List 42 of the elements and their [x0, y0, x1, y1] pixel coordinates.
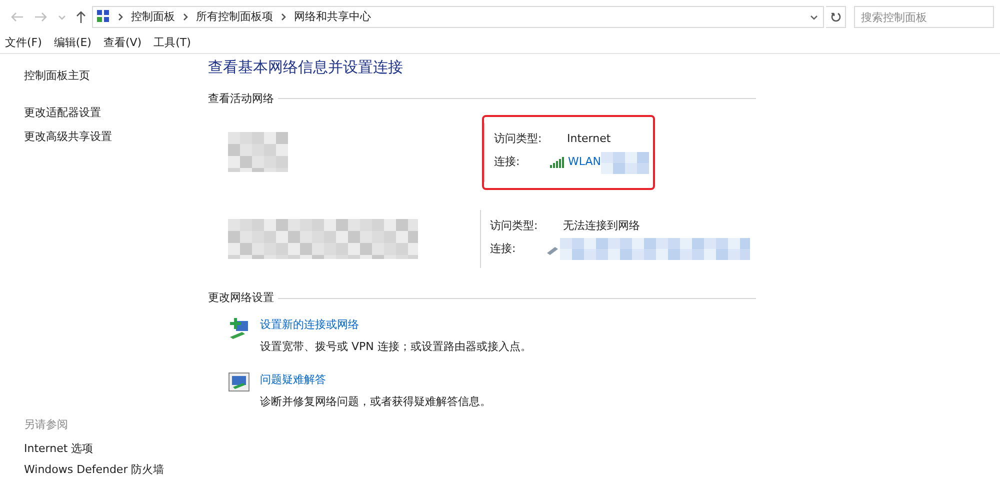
- network-add-icon: [228, 316, 250, 340]
- dropdown-caret-icon[interactable]: [810, 14, 818, 20]
- menu-item[interactable]: 查看(V): [103, 35, 142, 52]
- field-label: 访问类型:: [490, 218, 539, 234]
- redacted-area: [228, 132, 288, 172]
- breadcrumb[interactable]: 网络和共享中心: [294, 8, 371, 26]
- field-label: 连接:: [490, 240, 517, 257]
- section-heading: 查看活动网络: [208, 90, 274, 106]
- access-type-value: 无法连接到网络: [563, 218, 640, 234]
- see-also-heading: 另请参阅: [24, 416, 69, 432]
- settings-description: 诊断并修复网络问题，或者获得疑难解答信息。: [260, 394, 491, 410]
- field-label: 连接:: [494, 154, 521, 170]
- see-also-link[interactable]: Internet 选项: [24, 441, 208, 458]
- up-arrow-icon[interactable]: [76, 11, 86, 23]
- settings-link[interactable]: 问题疑难解答: [260, 372, 491, 388]
- address-bar[interactable]: 控制面板 所有控制面板项 网络和共享中心: [92, 6, 824, 28]
- section-heading: 更改网络设置: [208, 290, 274, 306]
- page-title: 查看基本网络信息并设置连接: [208, 57, 404, 78]
- chevron-right-icon: [118, 13, 123, 21]
- chevron-right-icon: [280, 13, 286, 21]
- breadcrumb[interactable]: 控制面板: [130, 8, 175, 26]
- settings-link[interactable]: 设置新的连接或网络: [260, 316, 532, 333]
- sidebar-link[interactable]: 控制面板主页: [24, 68, 208, 84]
- menu-item[interactable]: 工具(T): [154, 35, 191, 52]
- network-diagnose-icon: [228, 372, 250, 392]
- access-type-value: Internet: [567, 131, 611, 147]
- settings-description: 设置宽带、拨号或 VPN 连接；或设置路由器或接入点。: [260, 339, 532, 355]
- field-label: 访问类型:: [494, 131, 543, 147]
- redacted-area: [601, 152, 650, 174]
- sidebar-link[interactable]: 更改适配器设置: [24, 104, 208, 121]
- menu-item[interactable]: 文件(F): [5, 35, 42, 52]
- sidebar-link[interactable]: 更改高级共享设置: [24, 129, 208, 146]
- search-field[interactable]: 搜索控制面板: [854, 6, 994, 28]
- see-also-link[interactable]: Windows Defender 防火墙: [24, 462, 208, 478]
- menu-item[interactable]: 编辑(E): [54, 35, 92, 52]
- connection-link[interactable]: WLAN: [568, 154, 602, 171]
- refresh-icon: [830, 12, 841, 22]
- breadcrumb[interactable]: 所有控制面板项: [196, 8, 273, 26]
- refresh-button[interactable]: [826, 6, 846, 28]
- control-panel-icon: [96, 9, 110, 25]
- chevron-right-icon: [182, 13, 188, 21]
- signal-bars-icon: [550, 157, 564, 168]
